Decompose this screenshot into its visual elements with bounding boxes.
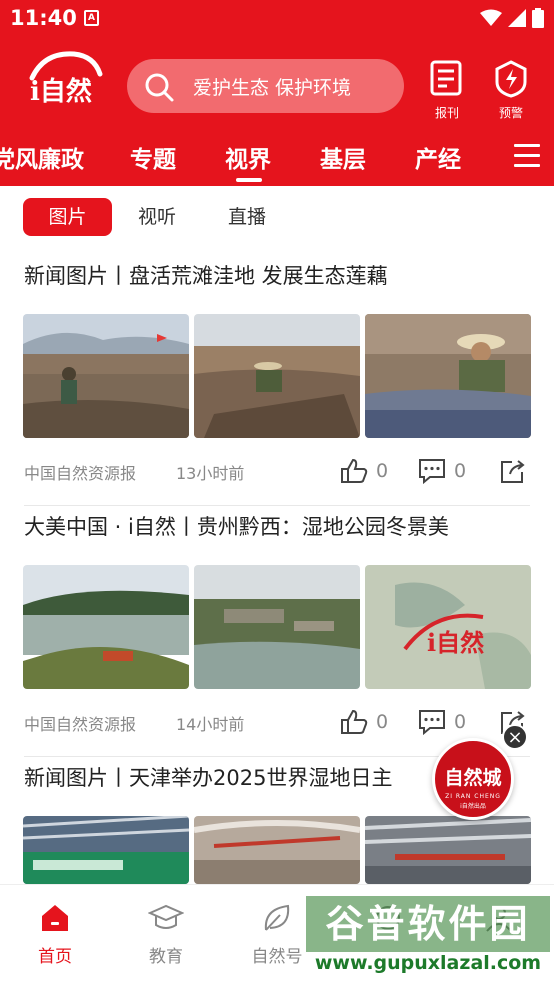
share-icon	[501, 460, 525, 483]
comment-count: 0	[454, 711, 467, 733]
category-nav: 党风廉政 专题 视界 基层 产经	[0, 130, 554, 186]
alert-label: 预警	[498, 106, 523, 120]
graduation-cap-icon	[147, 904, 185, 929]
ad-title: 自然城	[444, 767, 502, 789]
notification-icon: A	[84, 10, 99, 26]
bottom-tab-label: 教育	[149, 947, 183, 967]
status-bar: 11:40 A	[0, 0, 554, 36]
app-logo[interactable]: i自然	[24, 48, 104, 112]
signal-icon	[508, 9, 526, 27]
article-title[interactable]: 大美中国 · i自然丨贵州黔西：湿地公园冬景美	[24, 511, 449, 541]
bottom-tab-label: 自然号	[251, 947, 303, 967]
comment-button[interactable]: 0	[418, 709, 466, 735]
article-source: 中国自然资源报	[24, 715, 137, 734]
status-time: 11:40	[10, 6, 77, 30]
bottom-tab-label: 首页	[38, 947, 72, 967]
close-icon[interactable]: ×	[502, 724, 528, 750]
thumbnail-image[interactable]	[23, 816, 189, 884]
lightning-shield-icon	[495, 60, 527, 98]
nav-item-jiceng[interactable]: 基层	[320, 140, 366, 174]
watermark-url: www.gupuxlazal.com	[314, 952, 542, 974]
logo-icon: i自然	[29, 51, 103, 107]
subtab-photos[interactable]: 图片	[23, 198, 112, 236]
comment-icon	[419, 710, 445, 735]
bottom-tab-nature[interactable]: 自然号	[242, 903, 312, 967]
like-count: 0	[376, 711, 389, 733]
thumbs-up-icon	[341, 458, 368, 483]
thumbnail-image[interactable]	[194, 314, 360, 438]
article-time: 13小时前	[176, 464, 245, 483]
article-thumbnails	[23, 314, 531, 438]
watermark-text: 谷普软件园	[306, 896, 550, 952]
ad-subtitle-2: i自然出品	[460, 803, 486, 810]
ad-subtitle: ZI RAN CHENG	[445, 793, 501, 800]
search-icon	[145, 73, 174, 102]
thumbnail-image[interactable]	[365, 816, 531, 884]
article-meta: 中国自然资源报 14小时前 0 0	[24, 709, 530, 739]
article-card[interactable]: 新闻图片丨盘活荒滩洼地 发展生态莲藕 中国自然资源报 13小时前 0 0	[0, 260, 554, 510]
nav-item-chanjing[interactable]: 产经	[415, 140, 461, 174]
share-button[interactable]	[498, 458, 526, 484]
status-icons	[480, 8, 544, 28]
bottom-tab-home[interactable]: 首页	[20, 903, 90, 967]
newspaper-label: 报刊	[434, 106, 459, 120]
article-time: 14小时前	[176, 715, 245, 734]
nav-item-shijie[interactable]: 视界	[225, 140, 271, 174]
like-count: 0	[376, 460, 389, 482]
article-source: 中国自然资源报	[24, 464, 137, 483]
menu-icon[interactable]	[514, 144, 540, 168]
subtab-video[interactable]: 视听	[126, 198, 188, 236]
thumbs-up-icon	[341, 709, 368, 734]
like-button[interactable]: 0	[340, 458, 388, 484]
svg-text:i自然: i自然	[30, 76, 92, 107]
article-card[interactable]: 大美中国 · i自然丨贵州黔西：湿地公园冬景美 i自然 中国自然资源报 14小时…	[0, 511, 554, 761]
thumbnail-image[interactable]	[365, 314, 531, 438]
article-meta: 中国自然资源报 13小时前 0 0	[24, 458, 530, 488]
thumbnail-image[interactable]	[23, 314, 189, 438]
comment-count: 0	[454, 460, 467, 482]
divider	[24, 505, 530, 506]
leaf-icon	[264, 904, 290, 931]
sub-tabs: 图片 视听 直播	[0, 186, 554, 246]
like-button[interactable]: 0	[340, 709, 388, 735]
floating-ad[interactable]: 自然城 ZI RAN CHENG i自然出品	[432, 738, 514, 820]
alert-button[interactable]: 预警	[486, 60, 536, 121]
nav-item-zhuanti[interactable]: 专题	[130, 140, 176, 174]
thumbnail-image[interactable]	[194, 565, 360, 689]
newspaper-icon	[430, 60, 462, 96]
bottom-tab-education[interactable]: 教育	[131, 903, 201, 967]
article-thumbnails	[23, 816, 531, 884]
app-header: 11:40 A i自然 爱护生态 保护环境 报刊 预警 党风廉政 专题 视界 基…	[0, 0, 554, 186]
svg-text:i自然: i自然	[427, 628, 484, 657]
nav-item-dangfeng[interactable]: 党风廉政	[0, 140, 84, 174]
newspaper-button[interactable]: 报刊	[422, 60, 472, 121]
wifi-icon	[480, 9, 502, 26]
home-icon	[42, 905, 68, 931]
thumbnail-image[interactable]	[23, 565, 189, 689]
nav-active-indicator	[236, 178, 262, 182]
thumbnail-image[interactable]: i自然	[365, 565, 531, 689]
thumbnail-image[interactable]	[194, 816, 360, 884]
article-title[interactable]: 新闻图片丨天津举办2025世界湿地日主	[24, 762, 392, 792]
subtab-live[interactable]: 直播	[216, 198, 278, 236]
article-thumbnails: i自然	[23, 565, 531, 689]
article-title[interactable]: 新闻图片丨盘活荒滩洼地 发展生态莲藕	[24, 260, 388, 290]
watermark: 谷普软件园 www.gupuxlazal.com	[306, 896, 550, 984]
search-bar[interactable]: 爱护生态 保护环境	[127, 59, 404, 113]
search-placeholder: 爱护生态 保护环境	[193, 77, 352, 99]
battery-icon	[532, 8, 544, 28]
comment-button[interactable]: 0	[418, 458, 466, 484]
comment-icon	[419, 459, 445, 484]
